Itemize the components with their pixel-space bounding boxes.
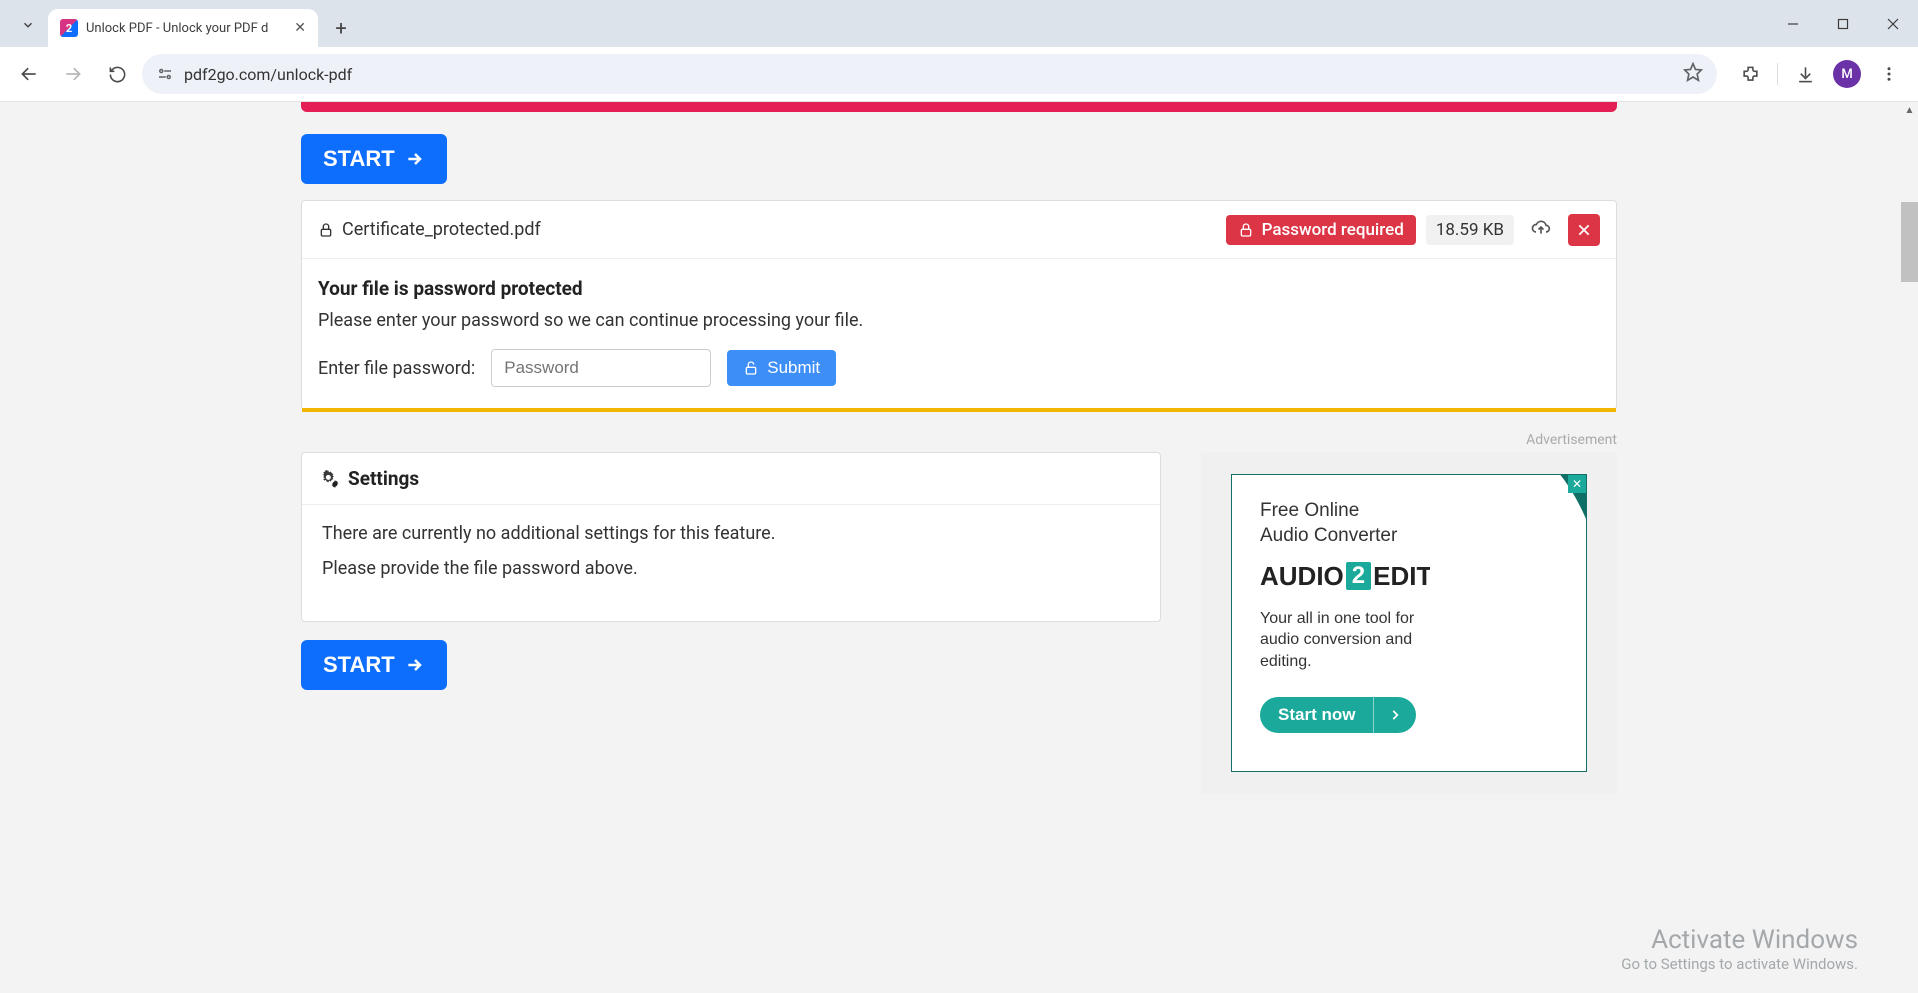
gears-icon <box>320 469 340 489</box>
nav-back-button[interactable] <box>10 55 48 93</box>
windows-activation-watermark: Activate Windows Go to Settings to activ… <box>1621 925 1858 973</box>
extensions-icon[interactable] <box>1731 55 1769 93</box>
unlock-icon <box>743 360 759 376</box>
password-required-badge: Password required <box>1226 215 1416 245</box>
file-header: Certificate_protected.pdf Password requi… <box>302 201 1616 259</box>
arrow-right-icon <box>405 149 425 169</box>
chevron-right-icon <box>1373 697 1416 733</box>
ad-headline-2: Audio Converter <box>1260 525 1397 546</box>
tab-strip: 2 Unlock PDF - Unlock your PDF d ✕ + <box>0 0 1918 47</box>
lower-row: Settings There are currently no addition… <box>301 452 1617 794</box>
password-instruction: Please enter your password so we can con… <box>318 310 1600 331</box>
delete-file-button[interactable] <box>1568 214 1600 246</box>
ad-subtext: Your all in one tool for audio conversio… <box>1260 608 1430 673</box>
file-name: Certificate_protected.pdf <box>342 219 541 240</box>
watermark-sub: Go to Settings to activate Windows. <box>1621 955 1858 973</box>
lock-icon <box>318 222 334 238</box>
lock-icon <box>1238 222 1254 238</box>
nav-reload-button[interactable] <box>98 55 136 93</box>
window-controls <box>1768 0 1918 47</box>
settings-body: There are currently no additional settin… <box>302 505 1160 621</box>
file-size: 18.59 KB <box>1426 215 1514 245</box>
ad-headline-1: Free Online <box>1260 500 1359 521</box>
ad-logo-left: AUDIO <box>1260 561 1344 592</box>
banner-bar <box>301 102 1617 112</box>
cloud-upload-icon[interactable] <box>1524 213 1558 246</box>
settings-title: Settings <box>348 467 419 490</box>
close-icon <box>1577 223 1591 237</box>
url-text: pdf2go.com/unlock-pdf <box>184 65 1673 84</box>
tab-favicon-icon: 2 <box>60 19 78 37</box>
watermark-title: Activate Windows <box>1621 925 1858 955</box>
separator <box>1777 63 1778 85</box>
ad-close-icon[interactable]: ✕ <box>1568 475 1586 493</box>
page-content: START Certificate_protected.pdf Password… <box>209 102 1709 794</box>
toolbar-right: M <box>1731 55 1908 93</box>
site-settings-icon[interactable] <box>156 65 174 83</box>
ad-logo: AUDIO 2 EDIT .COM <box>1260 560 1430 592</box>
browser-menu-icon[interactable] <box>1870 55 1908 93</box>
advertisement[interactable]: ✕ Free Online Audio Converter AUDIO 2 ED… <box>1231 474 1587 772</box>
ad-graphic <box>1430 475 1586 771</box>
submit-label: Submit <box>767 358 820 378</box>
password-heading: Your file is password protected <box>318 277 1600 300</box>
file-body: Your file is password protected Please e… <box>302 259 1616 409</box>
new-tab-button[interactable]: + <box>326 13 356 43</box>
password-label: Enter file password: <box>318 358 475 379</box>
tab-close-icon[interactable]: ✕ <box>294 20 306 36</box>
submit-password-button[interactable]: Submit <box>727 350 836 386</box>
avatar-initial: M <box>1833 60 1861 88</box>
ad-content: Free Online Audio Converter AUDIO 2 EDIT… <box>1232 475 1430 771</box>
ad-cta-label: Start now <box>1260 697 1373 733</box>
arrow-right-icon <box>405 655 425 675</box>
settings-header: Settings <box>302 453 1160 505</box>
settings-text-1: There are currently no additional settin… <box>322 523 1140 544</box>
downloads-icon[interactable] <box>1786 55 1824 93</box>
tab-list-chevron[interactable] <box>12 9 44 41</box>
window-close-button[interactable] <box>1868 0 1918 47</box>
browser-toolbar: pdf2go.com/unlock-pdf M <box>0 47 1918 102</box>
start-button-bottom[interactable]: START <box>301 640 447 690</box>
scroll-up-icon[interactable]: ▲ <box>1901 102 1918 119</box>
badge-text: Password required <box>1262 220 1404 240</box>
profile-avatar[interactable]: M <box>1828 55 1866 93</box>
scrollbar[interactable]: ▲ <box>1901 102 1918 993</box>
ad-cta-button[interactable]: Start now <box>1260 697 1416 733</box>
password-row: Enter file password: Submit <box>318 349 1600 387</box>
ad-logo-mid: 2 <box>1346 562 1371 590</box>
start-button-label: START <box>323 652 395 678</box>
advertisement-label: Advertisement <box>209 432 1617 448</box>
address-bar[interactable]: pdf2go.com/unlock-pdf <box>142 54 1717 94</box>
password-input[interactable] <box>491 349 711 387</box>
start-button-top[interactable]: START <box>301 134 447 184</box>
tab-title: Unlock PDF - Unlock your PDF d <box>86 21 286 36</box>
start-button-label: START <box>323 146 395 172</box>
browser-chrome: 2 Unlock PDF - Unlock your PDF d ✕ + <box>0 0 1918 102</box>
ad-logo-right: EDIT <box>1373 561 1432 592</box>
window-minimize-button[interactable] <box>1768 0 1818 47</box>
scrollbar-thumb[interactable] <box>1901 202 1918 282</box>
settings-card: Settings There are currently no addition… <box>301 452 1161 622</box>
settings-text-2: Please provide the file password above. <box>322 558 1140 579</box>
bookmark-star-icon[interactable] <box>1683 62 1703 86</box>
file-card: Certificate_protected.pdf Password requi… <box>301 200 1617 410</box>
ad-stripes <box>1430 475 1586 771</box>
file-name-row: Certificate_protected.pdf <box>318 219 1216 240</box>
browser-tab[interactable]: 2 Unlock PDF - Unlock your PDF d ✕ <box>48 9 318 47</box>
advertisement-container: ✕ Free Online Audio Converter AUDIO 2 ED… <box>1201 452 1617 794</box>
nav-forward-button[interactable] <box>54 55 92 93</box>
ad-headline: Free Online Audio Converter <box>1260 499 1430 548</box>
settings-column: Settings There are currently no addition… <box>301 452 1161 690</box>
page-viewport: START Certificate_protected.pdf Password… <box>0 102 1918 993</box>
window-maximize-button[interactable] <box>1818 0 1868 47</box>
